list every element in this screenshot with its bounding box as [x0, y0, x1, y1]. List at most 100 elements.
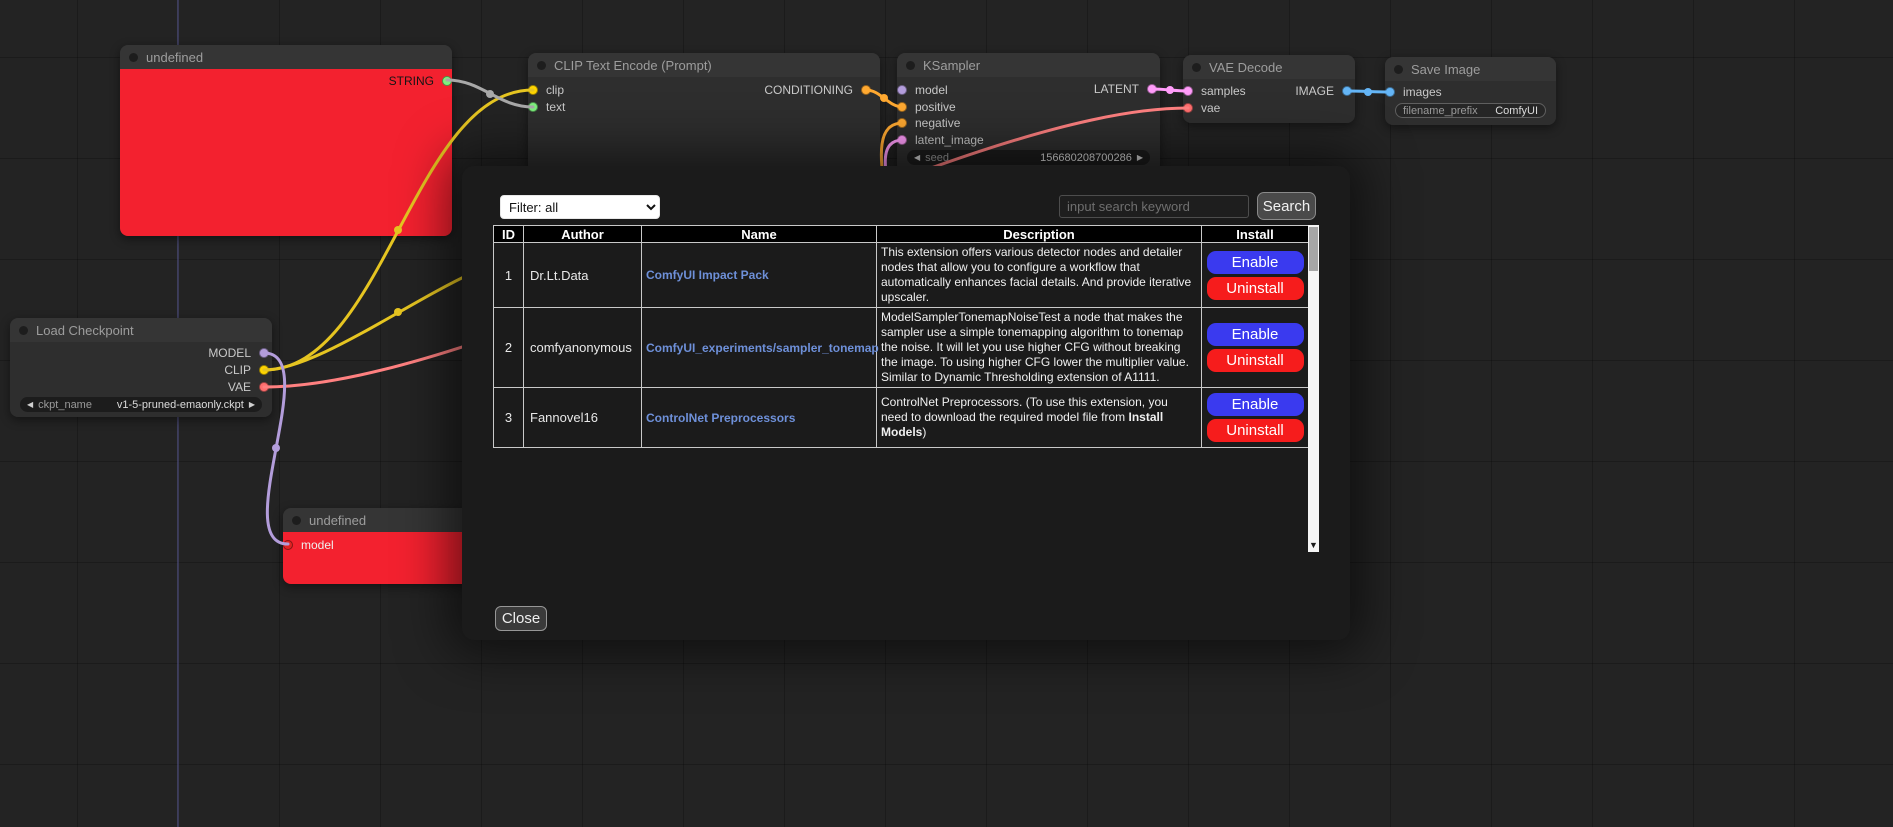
- input-dot-vae[interactable]: [1183, 103, 1193, 113]
- input-label-model: model: [301, 538, 334, 552]
- collapse-dot-icon[interactable]: [537, 61, 546, 70]
- input-label-negative: negative: [915, 116, 960, 130]
- node-save-image[interactable]: Save Image images filename_prefix ComfyU…: [1385, 57, 1556, 125]
- input-dot-positive[interactable]: [897, 102, 907, 112]
- output-label-clip: CLIP: [224, 363, 251, 377]
- row-name-link[interactable]: ComfyUI Impact Pack: [646, 268, 769, 282]
- node-header[interactable]: Load Checkpoint: [10, 318, 272, 342]
- output-label-string: STRING: [389, 74, 434, 88]
- filename-prefix-label: filename_prefix: [1403, 105, 1478, 117]
- output-dot-latent[interactable]: [1147, 84, 1157, 94]
- seed-widget-label: seed: [925, 152, 949, 164]
- collapse-dot-icon[interactable]: [19, 326, 28, 335]
- row-id: 2: [494, 308, 524, 388]
- output-label-latent: LATENT: [1094, 82, 1139, 96]
- custom-nodes-table: ID Author Name Description Install 1 Dr.…: [493, 225, 1309, 448]
- wire-midpoint-dot: [1166, 86, 1174, 94]
- wire-midpoint-dot: [880, 94, 888, 102]
- wire-string-to-text[interactable]: [447, 80, 533, 107]
- table-row: 3 Fannovel16 ControlNet Preprocessors Co…: [494, 388, 1309, 448]
- node-header[interactable]: VAE Decode: [1183, 55, 1355, 79]
- wire-midpoint-dot: [394, 308, 402, 316]
- description-text: This extension offers various detector n…: [881, 245, 1191, 304]
- input-label-vae: vae: [1201, 101, 1220, 115]
- header-name: Name: [642, 226, 877, 243]
- description-text: ModelSamplerTonemapNoiseTest a node that…: [881, 310, 1189, 384]
- wire-midpoint-dot: [486, 90, 494, 98]
- output-dot-model[interactable]: [259, 348, 269, 358]
- node-undefined-top[interactable]: undefined STRING: [120, 45, 452, 236]
- table-scrollbar[interactable]: ▼: [1308, 225, 1319, 552]
- custom-nodes-manager-dialog: Filter: all Search ID Author Name Descri…: [462, 166, 1350, 640]
- search-button[interactable]: Search: [1257, 192, 1316, 220]
- enable-button[interactable]: Enable: [1207, 393, 1304, 416]
- node-title: KSampler: [923, 58, 980, 73]
- uninstall-button[interactable]: Uninstall: [1207, 349, 1304, 372]
- node-header[interactable]: Save Image: [1385, 57, 1556, 81]
- collapse-dot-icon[interactable]: [292, 516, 301, 525]
- output-dot-vae[interactable]: [259, 382, 269, 392]
- decrement-arrow-icon[interactable]: ◀: [914, 150, 920, 165]
- seed-widget[interactable]: ◀ seed 156680208700286 ▶: [907, 150, 1150, 165]
- row-name-link[interactable]: ComfyUI_experiments/sampler_tonemap: [646, 341, 879, 355]
- close-button[interactable]: Close: [495, 606, 547, 631]
- input-dot-model[interactable]: [897, 85, 907, 95]
- output-dot-conditioning[interactable]: [861, 85, 871, 95]
- filename-prefix-value: ComfyUI: [1495, 105, 1538, 117]
- enable-button[interactable]: Enable: [1207, 323, 1304, 346]
- header-install: Install: [1202, 226, 1309, 243]
- input-dot-images[interactable]: [1385, 87, 1395, 97]
- collapse-dot-icon[interactable]: [129, 53, 138, 62]
- header-description: Description: [877, 226, 1202, 243]
- collapse-dot-icon[interactable]: [1192, 63, 1201, 72]
- scrollbar-thumb[interactable]: [1309, 227, 1318, 271]
- output-dot-image[interactable]: [1342, 86, 1352, 96]
- input-dot-model[interactable]: [283, 540, 293, 550]
- table-row: 1 Dr.Lt.Data ComfyUI Impact Pack This ex…: [494, 243, 1309, 308]
- output-label-vae: VAE: [228, 380, 251, 394]
- row-description: This extension offers various detector n…: [877, 243, 1202, 308]
- input-dot-samples[interactable]: [1183, 86, 1193, 96]
- node-load-checkpoint[interactable]: Load Checkpoint MODEL CLIP VAE ◀ ckpt_na…: [10, 318, 272, 417]
- scrollbar-down-arrow[interactable]: ▼: [1308, 539, 1319, 552]
- prev-arrow-icon[interactable]: ◀: [27, 397, 33, 412]
- node-ksampler[interactable]: KSampler model positive negative latent_…: [897, 53, 1160, 173]
- description-text: ControlNet Preprocessors. (To use this e…: [881, 395, 1168, 424]
- collapse-dot-icon[interactable]: [906, 61, 915, 70]
- increment-arrow-icon[interactable]: ▶: [1137, 150, 1143, 165]
- row-author: Fannovel16: [524, 388, 642, 448]
- node-title: CLIP Text Encode (Prompt): [554, 58, 712, 73]
- output-label-model: MODEL: [208, 346, 251, 360]
- node-clip-text-encode[interactable]: CLIP Text Encode (Prompt) clip text COND…: [528, 53, 880, 173]
- input-dot-latent-image[interactable]: [897, 135, 907, 145]
- node-vae-decode[interactable]: VAE Decode samples vae IMAGE: [1183, 55, 1355, 123]
- input-dot-text[interactable]: [528, 102, 538, 112]
- input-dot-clip[interactable]: [528, 85, 538, 95]
- row-name-link[interactable]: ControlNet Preprocessors: [646, 411, 795, 425]
- output-dot-string[interactable]: [442, 76, 452, 86]
- input-label-clip: clip: [546, 83, 564, 97]
- node-header[interactable]: CLIP Text Encode (Prompt): [528, 53, 880, 77]
- ckpt-name-widget[interactable]: ◀ ckpt_name v1-5-pruned-emaonly.ckpt ▶: [20, 397, 262, 412]
- uninstall-button[interactable]: Uninstall: [1207, 419, 1304, 442]
- enable-button[interactable]: Enable: [1207, 251, 1304, 274]
- collapse-dot-icon[interactable]: [1394, 65, 1403, 74]
- input-label-text: text: [546, 100, 565, 114]
- node-title: Save Image: [1411, 62, 1480, 77]
- input-dot-negative[interactable]: [897, 118, 907, 128]
- ckpt-name-label: ckpt_name: [38, 399, 92, 411]
- input-label-latent-image: latent_image: [915, 133, 984, 147]
- table-row: 2 comfyanonymous ComfyUI_experiments/sam…: [494, 308, 1309, 388]
- filter-select[interactable]: Filter: all: [500, 195, 660, 219]
- input-label-images: images: [1403, 85, 1442, 99]
- node-header[interactable]: undefined: [120, 45, 452, 69]
- next-arrow-icon[interactable]: ▶: [249, 397, 255, 412]
- seed-widget-value: 156680208700286: [1040, 152, 1132, 164]
- node-canvas[interactable]: undefined STRING CLIP Text Encode (Promp…: [0, 0, 1893, 827]
- output-dot-clip[interactable]: [259, 365, 269, 375]
- search-input[interactable]: [1059, 195, 1249, 218]
- node-header[interactable]: KSampler: [897, 53, 1160, 77]
- filename-prefix-widget[interactable]: filename_prefix ComfyUI: [1395, 103, 1546, 118]
- table-header-row: ID Author Name Description Install: [494, 226, 1309, 243]
- uninstall-button[interactable]: Uninstall: [1207, 277, 1304, 300]
